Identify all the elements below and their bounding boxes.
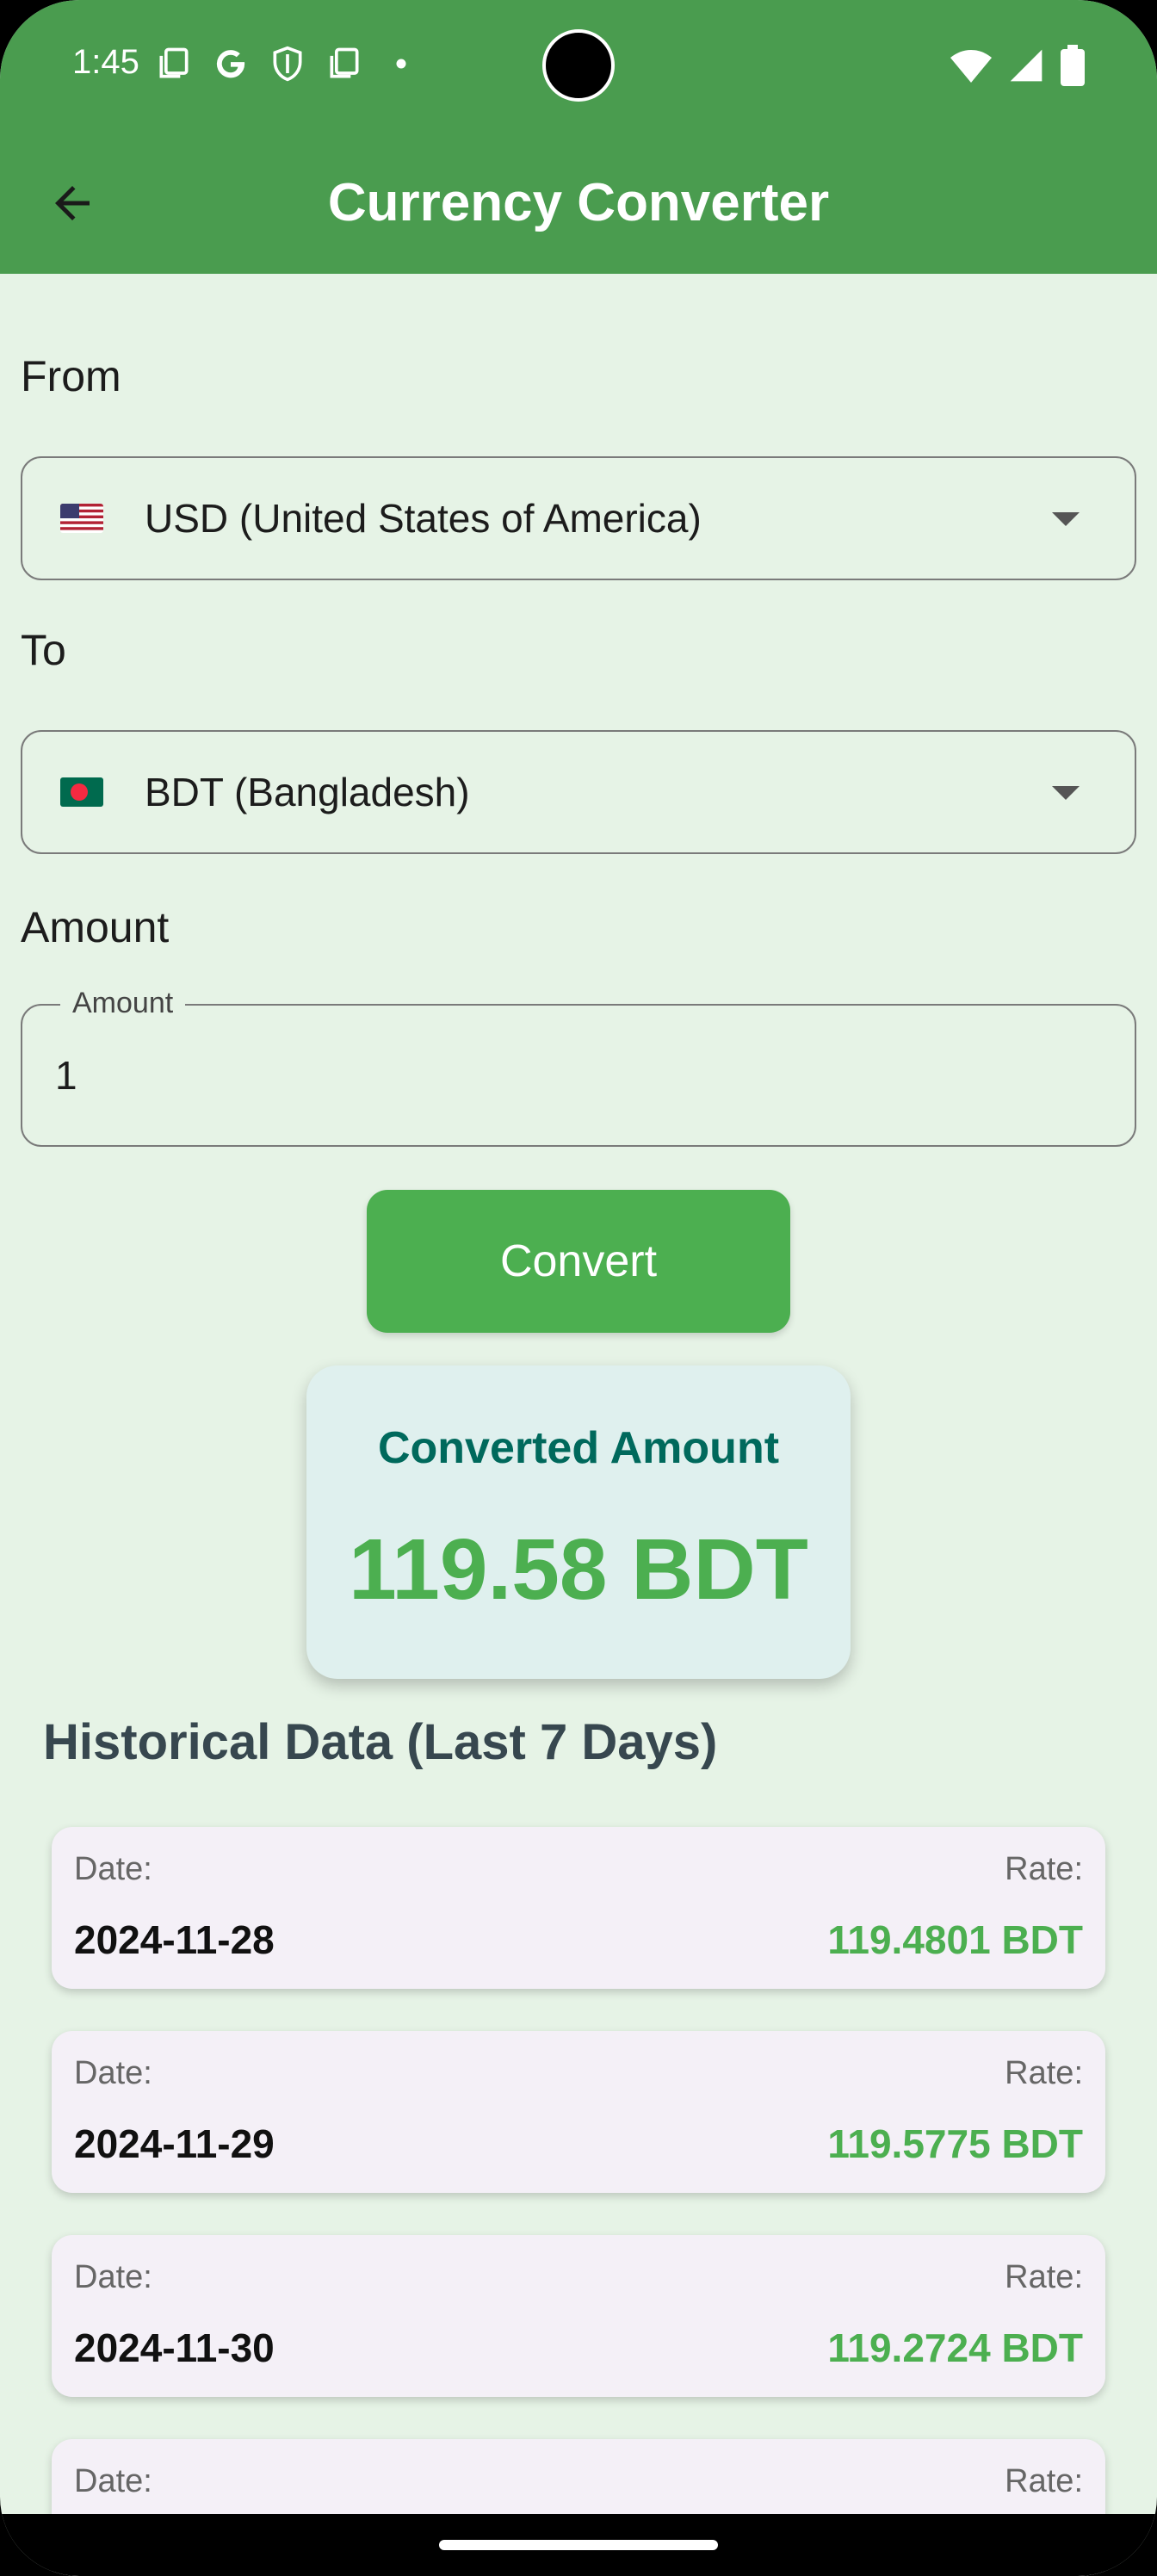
convert-button[interactable]: Convert — [367, 1190, 790, 1333]
history-rate: 119.4801 BDT — [827, 1917, 1083, 1962]
bd-flag-icon — [60, 777, 103, 807]
converted-amount-card: Converted Amount 119.58 BDT — [306, 1365, 851, 1679]
amount-field-label: Amount — [60, 987, 186, 1020]
chevron-down-icon — [1052, 512, 1080, 526]
app-screen: 1:45 Currency Converter From USD (United… — [0, 0, 1157, 2576]
history-title: Historical Data (Last 7 Days) — [43, 1714, 718, 1770]
status-icons-right — [950, 45, 1085, 86]
battery-icon — [1061, 45, 1085, 86]
shield-icon — [273, 46, 302, 82]
to-currency-value: BDT (Bangladesh) — [145, 770, 470, 814]
status-time: 1:45 — [72, 43, 139, 81]
to-currency-dropdown[interactable]: BDT (Bangladesh) — [21, 730, 1136, 854]
history-rate: 119.5775 BDT — [827, 2121, 1083, 2166]
to-label: To — [21, 626, 66, 674]
home-gesture-handle[interactable] — [439, 2540, 718, 2550]
date-label: Date: — [74, 2259, 152, 2295]
status-bar: 1:45 — [0, 0, 1157, 129]
camera-cutout — [542, 29, 615, 102]
history-row: Date: Rate: 2024-11-30 119.2724 BDT — [52, 2235, 1105, 2397]
rate-label: Rate: — [1005, 2463, 1083, 2499]
converted-amount-value: 119.58 BDT — [349, 1521, 808, 1618]
dot-icon — [396, 59, 406, 69]
history-date: 2024-11-29 — [74, 2121, 275, 2166]
amount-input-value[interactable]: 1 — [55, 1052, 77, 1099]
rate-label: Rate: — [1005, 2259, 1083, 2295]
status-icons-left — [155, 45, 420, 83]
converted-amount-title: Converted Amount — [377, 1423, 780, 1473]
app-bar: 1:45 Currency Converter — [0, 0, 1157, 274]
history-row: Date: Rate: 2024-11-29 119.5775 BDT — [52, 2031, 1105, 2193]
history-row: Date: Rate: 2024-11-28 119.4801 BDT — [52, 1827, 1105, 1989]
copy-icon — [330, 47, 359, 78]
rate-label: Rate: — [1005, 1851, 1083, 1887]
us-flag-icon — [60, 504, 103, 533]
amount-section-label: Amount — [21, 903, 170, 951]
date-label: Date: — [74, 1851, 152, 1887]
app-title: Currency Converter — [327, 173, 830, 232]
google-icon — [216, 50, 245, 78]
from-label: From — [21, 352, 121, 400]
history-date: 2024-11-28 — [74, 1917, 275, 1962]
history-rate: 119.2724 BDT — [827, 2325, 1083, 2370]
amount-input[interactable]: Amount 1 — [21, 987, 1136, 1147]
rate-label: Rate: — [1005, 2055, 1083, 2091]
date-label: Date: — [74, 2055, 152, 2091]
history-date: 2024-11-30 — [74, 2325, 275, 2370]
chevron-down-icon — [1052, 786, 1080, 800]
wifi-icon — [950, 50, 992, 83]
date-label: Date: — [74, 2463, 152, 2499]
signal-icon — [1010, 49, 1043, 82]
from-currency-dropdown[interactable]: USD (United States of America) — [21, 456, 1136, 580]
copy-icon — [159, 47, 189, 78]
from-currency-value: USD (United States of America) — [145, 496, 702, 541]
